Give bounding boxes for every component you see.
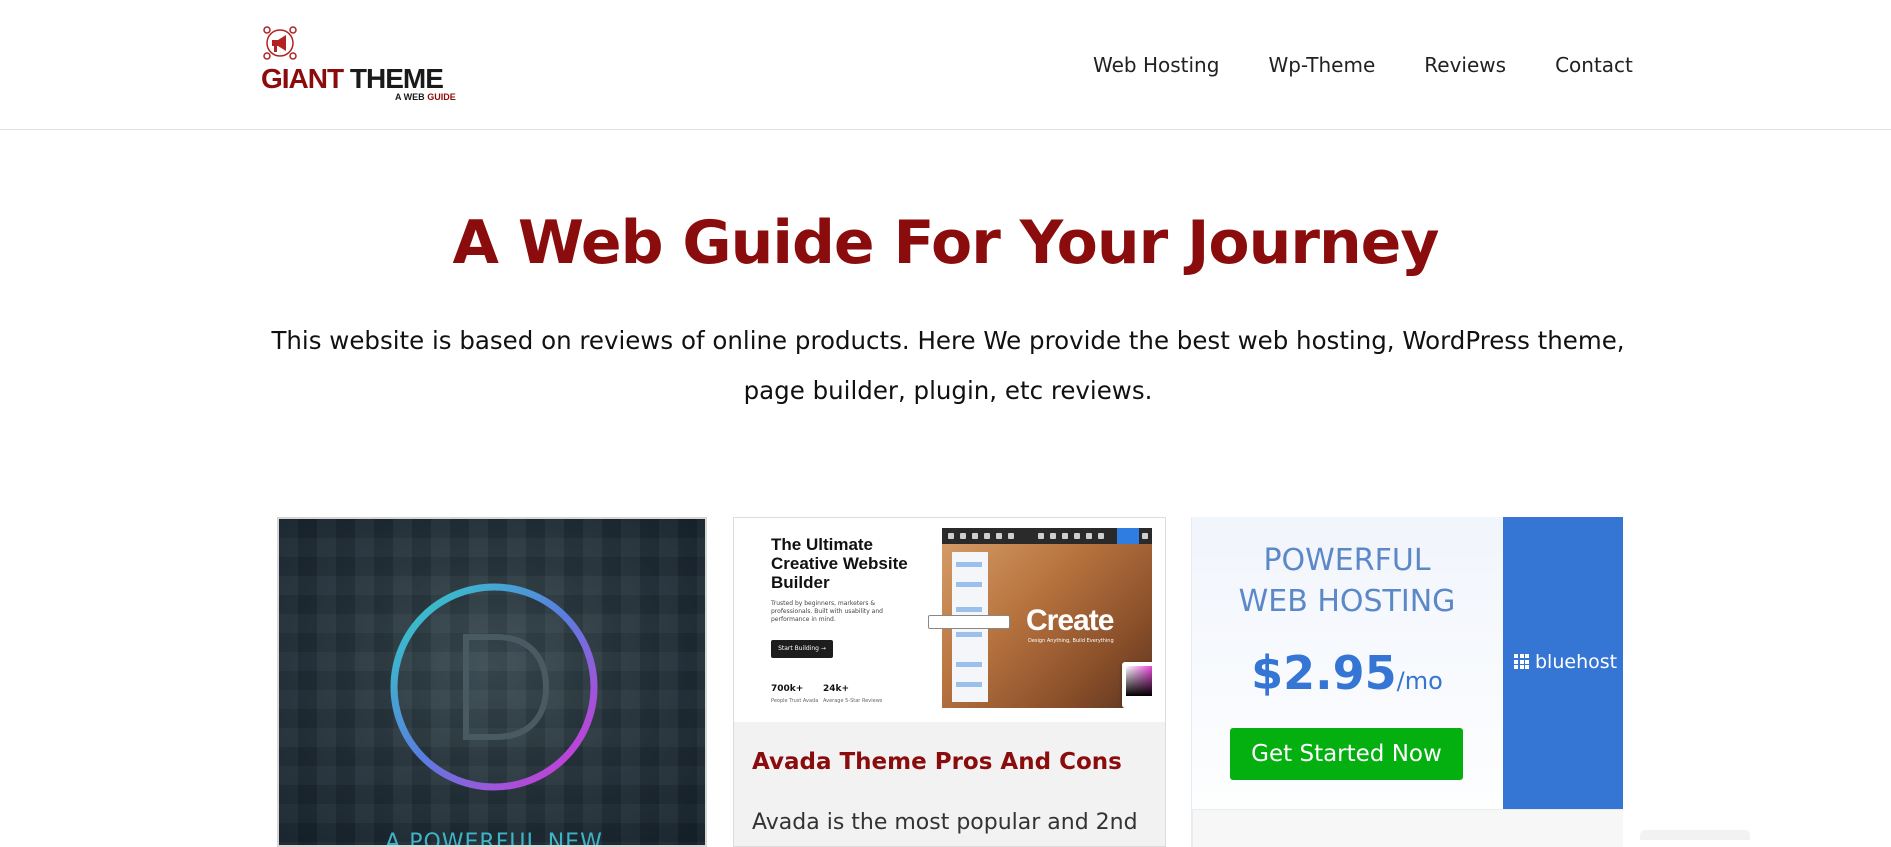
create-overlay-title: Create [1026, 604, 1114, 637]
nav-web-hosting[interactable]: Web Hosting [1093, 52, 1219, 78]
ad-headline-line2: WEB HOSTING [1238, 584, 1456, 619]
ad-headline-line1: POWERFUL [1263, 543, 1431, 578]
divi-caption: A POWERFUL NEW [385, 830, 603, 847]
avada-headline: The Ultimate Creative Website Builder [771, 535, 908, 592]
avada-thumbnail[interactable]: The Ultimate Creative Website Builder Tr… [734, 518, 1165, 722]
avada-stat-label: People Trust Avada [771, 698, 819, 704]
megaphone-icon [263, 26, 297, 60]
bluehost-logo: bluehost [1535, 651, 1618, 673]
color-picker [1122, 662, 1152, 708]
bluehost-brand-panel: bluehost [1503, 517, 1623, 809]
ad-price: $2.95/mo [1192, 646, 1502, 700]
avada-card-title[interactable]: Avada Theme Pros And Cons [752, 749, 1122, 775]
create-overlay-subtitle: Design Anything, Build Everything [1028, 638, 1114, 644]
avada-subtext: Trusted by beginners, marketers & profes… [771, 600, 883, 623]
divi-logo-icon [390, 583, 598, 791]
divi-card[interactable]: A POWERFUL NEW [277, 517, 707, 847]
ad-footer [1192, 809, 1623, 847]
builder-save-tab [1117, 528, 1139, 544]
avada-card[interactable]: The Ultimate Creative Website Builder Tr… [733, 517, 1166, 847]
avada-stat-value: 700k+ [771, 684, 804, 694]
floating-widget-edge [1640, 830, 1750, 840]
hero-title: A Web Guide For Your Journey [452, 208, 1440, 278]
hero-description: This website is based on reviews of onli… [271, 326, 1625, 405]
site-logo[interactable]: GIANT THEME A WEB GUIDE [261, 24, 461, 104]
avada-start-button: Start Building → [771, 640, 833, 658]
get-started-button[interactable]: Get Started Now [1230, 728, 1463, 780]
ad-price-amount: $2.95 [1251, 646, 1397, 700]
avada-stat-label: Average 5-Star Reviews [823, 698, 883, 704]
ad-price-period: /mo [1396, 667, 1443, 695]
nav-wp-theme[interactable]: Wp-Theme [1268, 52, 1375, 78]
avada-stat-value: 24k+ [823, 684, 850, 694]
builder-slider [928, 615, 1010, 629]
logo-wordmark: GIANT THEME [261, 63, 444, 94]
bluehost-ad[interactable]: POWERFUL WEB HOSTING $2.95/mo Get Starte… [1191, 517, 1623, 847]
avada-card-excerpt: Avada is the most popular and 2nd [752, 810, 1138, 835]
site-header: GIANT THEME A WEB GUIDE Web Hosting Wp-T… [0, 0, 1891, 130]
nav-reviews[interactable]: Reviews [1424, 52, 1506, 78]
logo-tagline: A WEB GUIDE [395, 92, 456, 102]
nav-contact[interactable]: Contact [1555, 52, 1633, 78]
main-nav: Web Hosting Wp-Theme Reviews Contact [1093, 52, 1633, 78]
